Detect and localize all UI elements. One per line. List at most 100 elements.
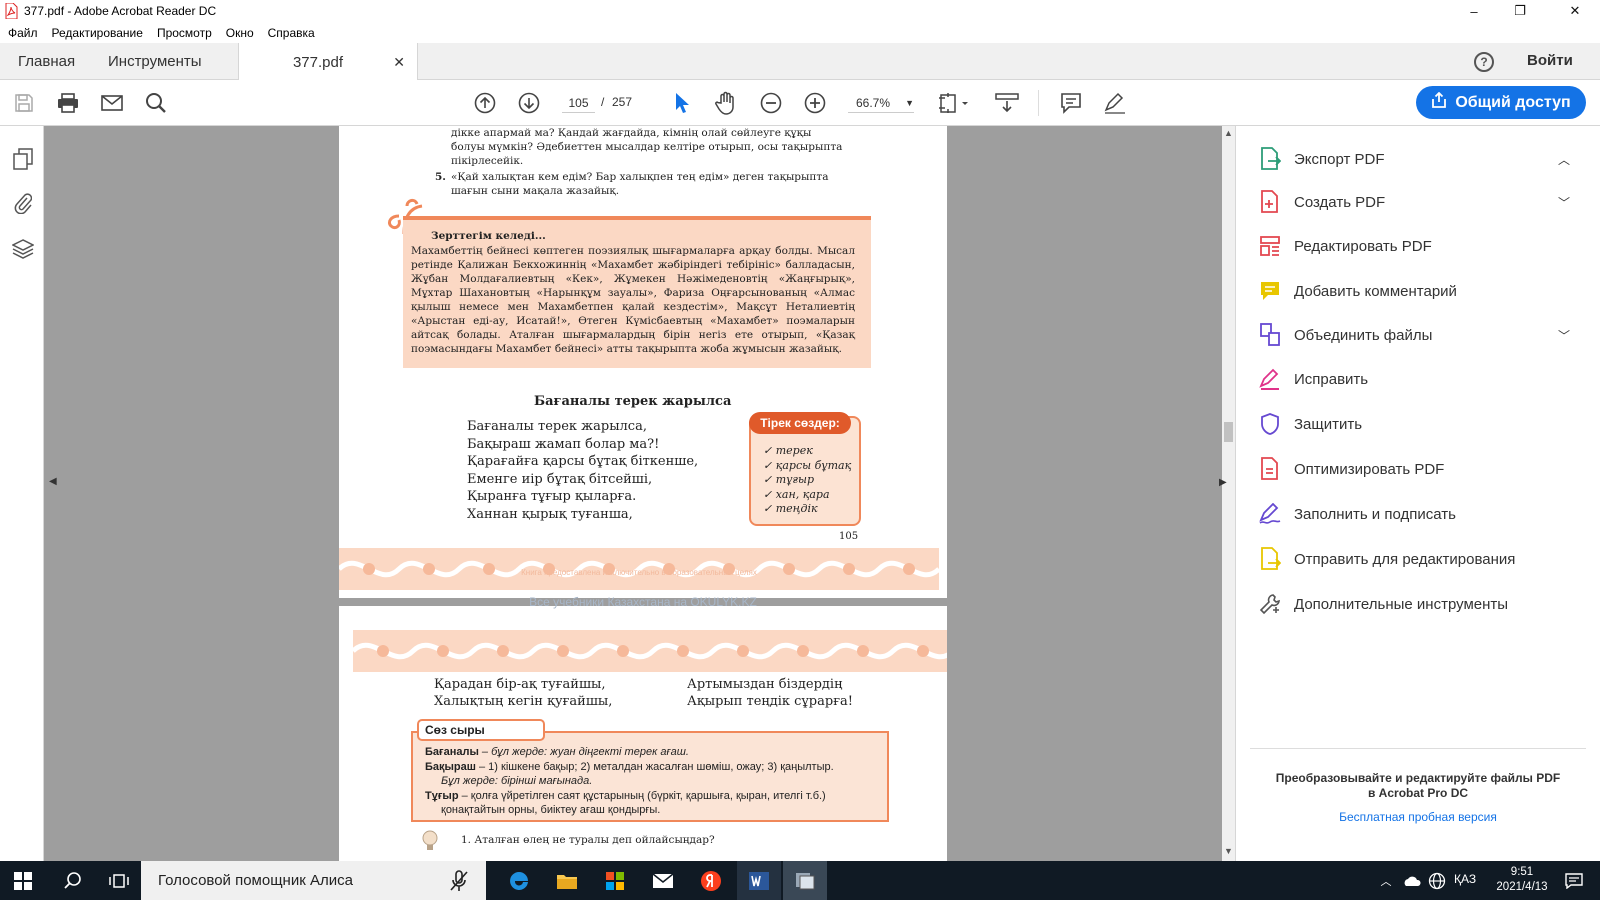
scroll-mode-icon[interactable] [995,91,1019,115]
page-number-input[interactable]: 105 [562,93,595,113]
mail-icon[interactable] [641,861,685,900]
highlight-pen-icon[interactable] [1103,91,1127,115]
next-page-icon[interactable] [517,91,541,115]
pdf-page-106: Қарадан бір-ақ туғайшы, Халықтың кегін қ… [339,606,947,861]
menu-help[interactable]: Справка [261,26,322,40]
task-view-icon[interactable] [96,861,142,900]
tool-fix[interactable]: Исправить [1258,364,1578,394]
word-entry: Тұғыр – қолға үйретілген саят құстарының… [425,789,826,802]
sign-in-link[interactable]: Войти [1527,52,1573,69]
chevron-up-icon[interactable]: ︿ [1558,151,1570,168]
tool-optimize-pdf[interactable]: Оптимизировать PDF [1258,454,1578,484]
text-line: болуы мүмкін? Әдебиеттен мысалдар келтір… [451,141,843,153]
attachments-icon[interactable] [12,192,34,214]
page-separator: / [601,95,605,109]
tab-document[interactable]: 377.pdf ✕ [238,43,418,81]
zoom-level-select[interactable]: 66.7% ▼ [848,93,914,113]
onedrive-icon[interactable] [1400,861,1422,900]
menu-window[interactable]: Окно [219,26,261,40]
layers-icon[interactable] [12,238,34,260]
free-trial-link[interactable]: Бесплатная пробная версия [1250,810,1586,824]
file-explorer-icon[interactable] [545,861,589,900]
word-entry: Бағаналы – бұл жерде: жуан діңгекті тере… [425,746,689,758]
comment-icon[interactable] [1059,91,1083,115]
search-icon[interactable] [50,861,96,900]
acrobat-taskbar-icon[interactable] [783,861,827,900]
page-thumbnails-icon[interactable] [12,148,34,170]
network-globe-icon[interactable] [1426,861,1448,900]
intro-paragraph: діккe апармай ма? Қандай жағдайда, кімні… [451,126,842,168]
select-cursor-icon[interactable] [670,91,694,115]
poem-line: Артымыздан біздердің [687,677,843,692]
tool-combine-files[interactable]: Объединить файлы ﹀ [1258,320,1578,350]
tab-close-icon[interactable]: ✕ [393,54,405,71]
print-icon[interactable] [56,91,80,115]
windows-start-icon[interactable] [0,861,46,900]
fill-sign-icon [1258,502,1282,526]
system-clock[interactable]: 9:51 2021/4/13 [1493,865,1551,895]
create-pdf-icon [1258,190,1282,214]
help-icon[interactable]: ? [1474,52,1494,72]
tab-tools[interactable]: Инструменты [108,43,202,80]
word-meaning-box: Сөз сыры Бағаналы – бұл жерде: жуан діңг… [411,719,889,822]
tool-create-pdf[interactable]: Создать PDF ﹀ [1258,187,1578,217]
scroll-up-icon[interactable]: ▲ [1224,128,1233,138]
close-window-button[interactable]: ✕ [1552,0,1598,22]
menu-file[interactable]: Файл [0,26,45,40]
share-button[interactable]: Общий доступ [1416,86,1586,119]
tray-overflow-icon[interactable]: ︿ [1376,861,1396,900]
support-words-box: Тірек сөздер: ✓ терек ✓ қарсы бұтақ ✓ тұ… [749,412,861,526]
support-word: ✓ қарсы бұтақ [763,458,852,472]
search-icon[interactable] [144,91,168,115]
tool-protect[interactable]: Защитить [1258,409,1578,439]
title-bar: 377.pdf - Adobe Acrobat Reader DC – ❐ ✕ [0,0,1600,22]
word-app-icon[interactable] [737,861,781,900]
tab-home[interactable]: Главная [18,43,75,80]
poem-left-column: Қарадан бір-ақ туғайшы, Халықтың кегін қ… [434,676,612,710]
tool-more-tools[interactable]: Дополнительные инструменты [1258,589,1578,619]
chevron-down-icon[interactable]: ﹀ [1558,194,1570,211]
scrollbar-thumb[interactable] [1224,422,1233,442]
tool-fill-sign[interactable]: Заполнить и подписать [1258,499,1578,529]
minimize-button[interactable]: – [1451,0,1497,22]
tool-send-for-edit[interactable]: Отправить для редактирования [1258,544,1578,574]
notifications-icon[interactable] [1557,861,1591,900]
email-icon[interactable] [100,91,124,115]
tool-edit-pdf[interactable]: Редактировать PDF [1258,231,1578,261]
hand-tool-icon[interactable] [714,91,738,115]
word-entry: қонақтайтын орны, биіктеу ағаш қондырғы. [441,804,661,816]
menu-edit[interactable]: Редактирование [45,26,150,40]
word-meaning-list: Бағаналы – бұл жерде: жуан діңгекті тере… [425,745,885,818]
promo-line: Преобразовывайте и редактируйте файлы PD… [1275,771,1561,785]
chevron-down-icon[interactable]: ﹀ [1558,327,1570,344]
windows-taskbar: Голосовой помощник Алиса ︿ ҚАЗ 9:51 2021… [0,861,1600,900]
vertical-scrollbar[interactable]: ▲ ▼ [1222,126,1235,861]
scroll-down-icon[interactable]: ▼ [1224,846,1233,856]
expand-right-panel-icon[interactable]: ▶ [1219,477,1227,488]
menu-bar: Файл Редактирование Просмотр Окно Справк… [0,22,1600,43]
yandex-browser-icon[interactable] [689,861,733,900]
tool-export-pdf[interactable]: Экспорт PDF ︿ [1258,144,1578,174]
chevron-down-icon: ▼ [905,98,914,108]
comment-icon [1258,279,1282,303]
document-viewport[interactable]: ◀ діккe апармай ма? Қандай жағдайда, кім… [44,126,1235,861]
zoom-in-icon[interactable] [803,91,827,115]
input-language[interactable]: ҚАЗ [1454,872,1476,886]
save-icon[interactable] [12,91,36,115]
ornament-band [353,630,947,672]
maximize-button[interactable]: ❐ [1497,0,1543,22]
tool-add-comment[interactable]: Добавить комментарий [1258,276,1578,306]
tab-document-label: 377.pdf [292,53,344,71]
voice-assistant-search[interactable]: Голосовой помощник Алиса [141,861,486,900]
previous-page-icon[interactable] [473,91,497,115]
collapse-left-panel-icon[interactable]: ◀ [49,476,57,487]
clock-date: 2021/4/13 [1496,881,1548,893]
text-line: шағын сыни мақала жазайық. [451,185,620,197]
zoom-out-icon[interactable] [759,91,783,115]
page-fit-icon[interactable] [937,91,971,115]
microsoft-store-icon[interactable] [593,861,637,900]
microphone-icon[interactable] [449,870,469,896]
edge-browser-icon[interactable] [497,861,541,900]
poem-line: Қарадан бір-ақ туғайшы, [434,677,606,692]
menu-view[interactable]: Просмотр [150,26,219,40]
